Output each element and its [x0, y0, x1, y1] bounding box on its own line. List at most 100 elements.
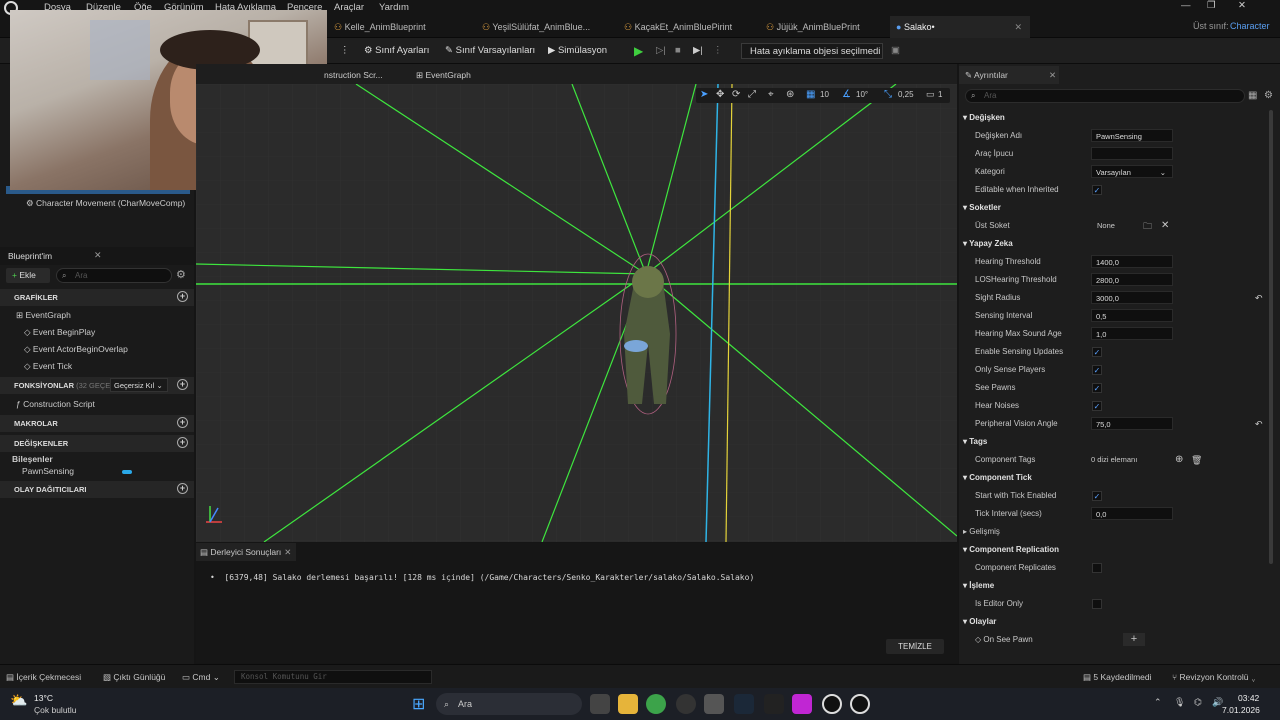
grid-snap-value[interactable]: 10: [820, 90, 829, 99]
add-variable-icon[interactable]: +: [177, 437, 188, 448]
add-button[interactable]: + Ekle: [6, 268, 50, 283]
los-hearing-input[interactable]: 2800,0: [1091, 273, 1173, 286]
camera-speed-value[interactable]: 1: [938, 90, 942, 99]
macros-header[interactable]: MAKROLAR +: [0, 415, 194, 432]
store-icon[interactable]: [704, 694, 724, 714]
details-search-input[interactable]: ⌕ Ara: [965, 89, 1245, 103]
revision-control-button[interactable]: ⑂ Revizyon Kontrolü ⌄: [1172, 672, 1256, 682]
hearing-threshold-input[interactable]: 1400,0: [1091, 255, 1173, 268]
event-tick[interactable]: ◇ Event Tick: [0, 358, 194, 375]
camera-speed-icon[interactable]: ▭: [926, 89, 935, 100]
unreal-engine-icon[interactable]: [822, 694, 842, 714]
sight-radius-input[interactable]: 3000,0: [1091, 291, 1173, 304]
translate-icon[interactable]: ✥: [716, 89, 724, 100]
variable-name-input[interactable]: PawnSensing: [1091, 129, 1173, 142]
epic-games-icon[interactable]: [764, 694, 784, 714]
app2-icon[interactable]: [792, 694, 812, 714]
add-dispatcher-icon[interactable]: +: [177, 483, 188, 494]
chrome-icon[interactable]: [646, 694, 666, 714]
section-variable[interactable]: ▾ Değişken: [959, 109, 1269, 127]
menu-tools[interactable]: Araçlar: [334, 2, 364, 13]
replicates-checkbox[interactable]: ✓: [1092, 563, 1102, 573]
rotate-icon[interactable]: ⟳: [732, 89, 740, 100]
content-drawer-button[interactable]: ▤ İçerik Çekmecesi: [6, 672, 81, 683]
output-log-button[interactable]: ▧ Çıktı Günlüğü: [103, 672, 165, 683]
see-pawns-checkbox[interactable]: ✓: [1092, 383, 1102, 393]
unsaved-button[interactable]: ▤ 5 Kaydedilmedi: [1083, 672, 1152, 683]
reset-default-icon[interactable]: ↶: [1255, 289, 1263, 307]
tab-kelle[interactable]: ⚇ Kelle_AnimBlueprint: [328, 16, 476, 38]
minimize-icon[interactable]: —: [1181, 0, 1191, 11]
scale-snap-icon[interactable]: ⤡: [884, 89, 892, 100]
angle-snap-value[interactable]: 10°: [856, 90, 868, 99]
tick-interval-input[interactable]: 0,0: [1091, 507, 1173, 520]
scale-icon[interactable]: ⤢: [748, 89, 756, 100]
section-processing[interactable]: ▾ İşleme: [959, 577, 1269, 595]
section-component-tick[interactable]: ▾ Component Tick: [959, 469, 1269, 487]
simulation-button[interactable]: ▶ Simülasyon: [548, 43, 607, 59]
play-options-icon[interactable]: ⋮: [713, 43, 723, 59]
add-graph-icon[interactable]: +: [177, 291, 188, 302]
surface-snap-icon[interactable]: ⊛: [786, 89, 794, 100]
only-players-checkbox[interactable]: ✓: [1092, 365, 1102, 375]
details-tab[interactable]: ✎ Ayrıntılar ✕: [959, 66, 1059, 84]
file-explorer-icon[interactable]: [618, 694, 638, 714]
add-event-button[interactable]: +: [1123, 633, 1145, 646]
vision-angle-input[interactable]: 75,0: [1091, 417, 1173, 430]
steam-icon[interactable]: [734, 694, 754, 714]
section-advanced[interactable]: ▸ Gelişmiş: [959, 523, 1269, 541]
category-dropdown[interactable]: Varsayılan ⌄: [1091, 165, 1173, 178]
class-defaults-button[interactable]: ✎ Sınıf Varsayılanları: [445, 43, 535, 59]
close-tab-icon[interactable]: ✕: [1014, 16, 1022, 38]
start-tick-checkbox[interactable]: ✓: [1092, 491, 1102, 501]
details-scrollbar[interactable]: [1269, 110, 1273, 564]
clock-date[interactable]: 7.01.2026: [1222, 705, 1260, 715]
play-icon[interactable]: ▶: [634, 43, 643, 59]
clock-time[interactable]: 03:42: [1238, 693, 1259, 703]
construction-script-item[interactable]: ƒ Construction Script: [0, 396, 194, 413]
variables-header[interactable]: DEĞİŞKENLER +: [0, 435, 194, 452]
eject-icon[interactable]: ▶|: [693, 43, 703, 59]
restore-icon[interactable]: ❐: [1207, 0, 1216, 11]
windows-start-icon[interactable]: ⊞: [412, 694, 425, 714]
sensing-interval-input[interactable]: 0,5: [1091, 309, 1173, 322]
grid-snap-icon[interactable]: ▦: [806, 89, 815, 100]
settings-gear-icon[interactable]: ⚙: [176, 268, 186, 281]
property-matrix-icon[interactable]: ▦: [1248, 90, 1257, 101]
console-input[interactable]: Konsol Komutunu Gir: [234, 670, 432, 684]
coordinate-space-icon[interactable]: ⌖: [768, 89, 774, 100]
cmd-dropdown[interactable]: ▭ Cmd ⌄: [182, 672, 220, 683]
network-icon[interactable]: ⌬: [1194, 697, 1202, 708]
taskbar-search[interactable]: ⌕ Ara: [436, 693, 582, 715]
parent-class-link[interactable]: Character: [1230, 21, 1270, 31]
add-function-icon[interactable]: +: [177, 379, 188, 390]
debug-object-select[interactable]: Hata ayıklama objesi seçilmedi ⌄: [741, 43, 883, 73]
section-tags[interactable]: ▾ Tags: [959, 433, 1269, 451]
compiler-results-tab[interactable]: ▤ Derleyici Sonuçları ✕: [196, 543, 296, 561]
editable-checkbox[interactable]: ✓: [1092, 185, 1102, 195]
viewport[interactable]: ➤ ✥ ⟳ ⤢ ⌖ ⊛ ▦ 10 ∡ 10° ⤡ 0,25 ▭ 1: [196, 84, 957, 542]
tab-eventgraph[interactable]: ⊞ EventGraph: [416, 70, 471, 81]
close-window-icon[interactable]: ✕: [1238, 0, 1246, 11]
tab-kacaket[interactable]: ⚇ KaçakEt_AnimBluePirint: [618, 16, 760, 38]
step-icon[interactable]: ▷|: [656, 43, 666, 59]
debug-filter-icon[interactable]: ▣: [891, 43, 900, 59]
tab-yesilsulufat[interactable]: ⚇ YeşilSülüfat_AnimBlue...: [476, 16, 618, 38]
clear-button[interactable]: TEMİZLE: [886, 639, 944, 654]
myblueprint-search-input[interactable]: ⌕ Ara: [56, 268, 172, 283]
unreal-engine2-icon[interactable]: [850, 694, 870, 714]
weather-desc[interactable]: Çok bulutlu: [34, 705, 77, 715]
task-view-icon[interactable]: [590, 694, 610, 714]
section-ai[interactable]: ▾ Yapay Zeka: [959, 235, 1269, 253]
stop-icon[interactable]: ■: [675, 43, 681, 59]
toolbar-more-icon[interactable]: ⋮: [340, 43, 350, 59]
eventgraph-item[interactable]: ⊞ EventGraph: [0, 307, 194, 324]
menu-help[interactable]: Yardım: [379, 2, 409, 13]
functions-header[interactable]: FONKSİYONLAR (32 GEÇERS Geçersiz Kıl ⌄ +: [0, 377, 194, 394]
component-char-movement[interactable]: ⚙ Character Movement (CharMoveComp): [0, 195, 194, 212]
section-replication[interactable]: ▾ Component Replication: [959, 541, 1269, 559]
override-dropdown[interactable]: Geçersiz Kıl ⌄: [110, 378, 168, 392]
select-mode-icon[interactable]: ➤: [700, 89, 708, 100]
tab-jujuk[interactable]: ⚇ Jüjük_AnimBluePrint: [760, 16, 890, 38]
add-element-icon[interactable]: ⊕: [1175, 451, 1183, 469]
